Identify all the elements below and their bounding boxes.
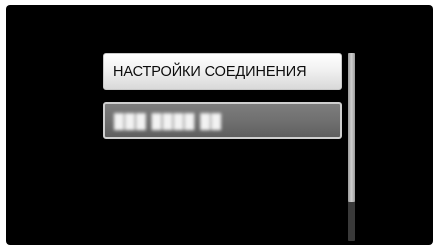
menu-item-selected[interactable]: ███ ████ ██ — [103, 102, 342, 139]
scrollbar-thumb[interactable] — [348, 53, 355, 202]
menu-item-connection-settings[interactable]: НАСТРОЙКИ СОЕДИНЕНИЯ — [103, 53, 342, 90]
menu-item-label: НАСТРОЙКИ СОЕДИНЕНИЯ — [113, 63, 307, 80]
menu-item-label: ███ ████ ██ — [114, 112, 223, 129]
device-screen: НАСТРОЙКИ СОЕДИНЕНИЯ ███ ████ ██ — [6, 5, 433, 245]
scrollbar[interactable] — [348, 53, 355, 241]
